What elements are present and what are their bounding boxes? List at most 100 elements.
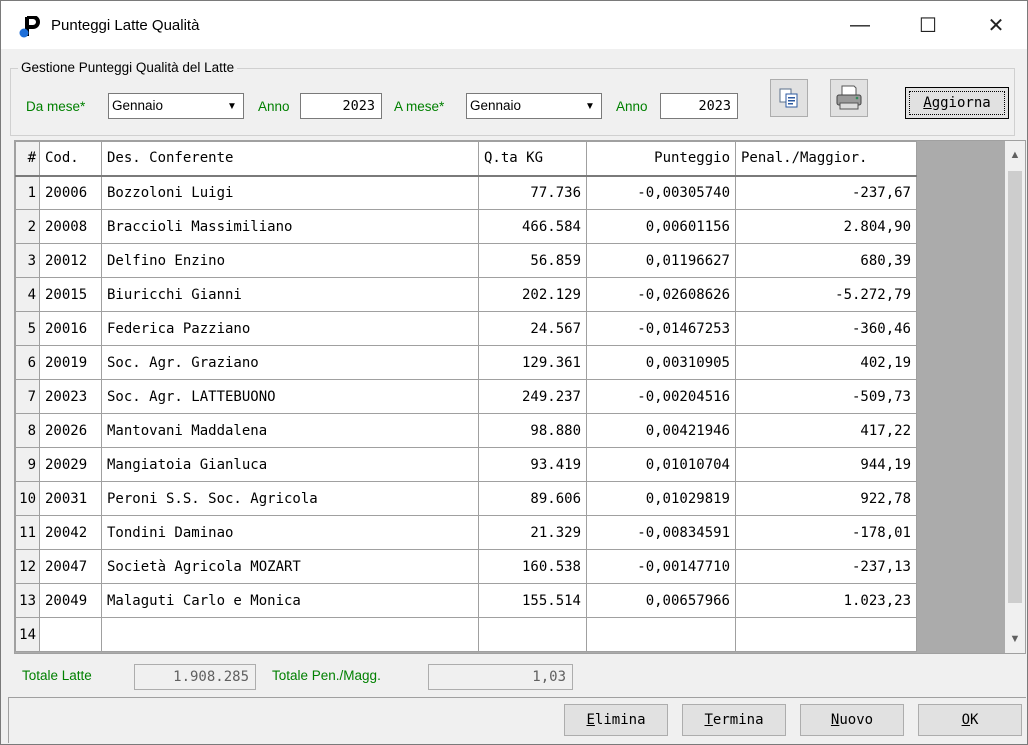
col-header-score[interactable]: Punteggio (586, 141, 736, 177)
cell-quantity-kg[interactable]: 93.419 (478, 447, 587, 482)
cell-supplier-code[interactable]: 20006 (39, 175, 102, 210)
cell-score[interactable]: -0,01467253 (586, 311, 736, 346)
ok-button[interactable]: OK (918, 704, 1022, 736)
cell-quantity-kg[interactable]: 160.538 (478, 549, 587, 584)
cell-supplier-name[interactable]: Malaguti Carlo e Monica (101, 583, 479, 618)
scroll-down-icon[interactable]: ▼ (1005, 629, 1025, 649)
cell-quantity-kg[interactable]: 89.606 (478, 481, 587, 516)
cell-score[interactable] (586, 617, 736, 652)
cell-score[interactable]: -0,00204516 (586, 379, 736, 414)
cell-supplier-code[interactable]: 20029 (39, 447, 102, 482)
table-row[interactable]: 8 20026 Mantovani Maddalena 98.880 0,0042194… (15, 413, 917, 448)
cell-quantity-kg[interactable]: 77.736 (478, 175, 587, 210)
chevron-down-icon[interactable]: ▼ (222, 95, 242, 117)
table-row[interactable]: 1 20006 Bozzoloni Luigi 77.736 -0,00305740 -2… (15, 175, 917, 210)
from-month-select[interactable]: Gennaio ▼ (108, 93, 244, 119)
cell-penalty-bonus[interactable] (735, 617, 917, 652)
new-button[interactable]: Nuovo (800, 704, 904, 736)
cell-supplier-name[interactable]: Mangiatoia Gianluca (101, 447, 479, 482)
cell-penalty-bonus[interactable]: -237,67 (735, 175, 917, 210)
cell-quantity-kg[interactable]: 249.237 (478, 379, 587, 414)
col-header-code[interactable]: Cod. (39, 141, 102, 177)
cell-score[interactable]: 0,01010704 (586, 447, 736, 482)
cell-score[interactable]: -0,00305740 (586, 175, 736, 210)
cell-supplier-name[interactable]: Mantovani Maddalena (101, 413, 479, 448)
scroll-up-icon[interactable]: ▲ (1005, 145, 1025, 165)
delete-button[interactable]: Elimina (564, 704, 668, 736)
cell-score[interactable]: 0,00421946 (586, 413, 736, 448)
cell-quantity-kg[interactable]: 24.567 (478, 311, 587, 346)
close-button[interactable]: ✕ (967, 1, 1025, 49)
table-row[interactable]: 4 20015 Biuricchi Gianni 202.129 -0,02608626… (15, 277, 917, 312)
cell-supplier-code[interactable]: 20015 (39, 277, 102, 312)
cell-supplier-name[interactable]: Federica Pazziano (101, 311, 479, 346)
cell-supplier-code[interactable]: 20047 (39, 549, 102, 584)
cell-supplier-name[interactable]: Braccioli Massimiliano (101, 209, 479, 244)
cell-score[interactable]: 0,00601156 (586, 209, 736, 244)
cell-quantity-kg[interactable]: 202.129 (478, 277, 587, 312)
cell-quantity-kg[interactable]: 98.880 (478, 413, 587, 448)
cell-penalty-bonus[interactable]: -360,46 (735, 311, 917, 346)
cell-penalty-bonus[interactable]: 402,19 (735, 345, 917, 380)
cell-quantity-kg[interactable]: 129.361 (478, 345, 587, 380)
cell-supplier-name[interactable]: Soc. Agr. Graziano (101, 345, 479, 380)
refresh-button[interactable]: Aggiorna (905, 87, 1009, 119)
cell-penalty-bonus[interactable]: -5.272,79 (735, 277, 917, 312)
cell-supplier-name[interactable]: Biuricchi Gianni (101, 277, 479, 312)
cell-supplier-name[interactable]: Soc. Agr. LATTEBUONO (101, 379, 479, 414)
table-row[interactable]: 3 20012 Delfino Enzino 56.859 0,01196627 680,… (15, 243, 917, 278)
cell-penalty-bonus[interactable]: 417,22 (735, 413, 917, 448)
table-row[interactable]: 10 20031 Peroni S.S. Soc. Agricola 89.606 0,… (15, 481, 917, 516)
scroll-thumb[interactable] (1008, 171, 1022, 603)
cell-quantity-kg[interactable]: 466.584 (478, 209, 587, 244)
cell-supplier-name[interactable]: Bozzoloni Luigi (101, 175, 479, 210)
col-header-supplier[interactable]: Des. Conferente (101, 141, 479, 177)
cell-supplier-name[interactable]: Delfino Enzino (101, 243, 479, 278)
cell-supplier-name[interactable] (101, 617, 479, 652)
cell-penalty-bonus[interactable]: 1.023,23 (735, 583, 917, 618)
cell-supplier-code[interactable] (39, 617, 102, 652)
cell-score[interactable]: 0,01029819 (586, 481, 736, 516)
vertical-scrollbar[interactable]: ▲ ▼ (1005, 141, 1025, 653)
table-row[interactable]: 9 20029 Mangiatoia Gianluca 93.419 0,0101070… (15, 447, 917, 482)
scores-grid[interactable]: # Cod. Des. Conferente Q.ta KG Punteggio… (14, 140, 1026, 654)
col-header-quantity[interactable]: Q.ta KG (478, 141, 587, 177)
cell-supplier-code[interactable]: 20023 (39, 379, 102, 414)
cell-score[interactable]: -0,02608626 (586, 277, 736, 312)
minimize-button[interactable]: — (831, 1, 889, 49)
cell-quantity-kg[interactable] (478, 617, 587, 652)
table-row[interactable]: 7 20023 Soc. Agr. LATTEBUONO 249.237 -0,0020… (15, 379, 917, 414)
chevron-down-icon[interactable]: ▼ (580, 95, 600, 117)
cell-penalty-bonus[interactable]: -237,13 (735, 549, 917, 584)
cell-supplier-code[interactable]: 20026 (39, 413, 102, 448)
cell-penalty-bonus[interactable]: 2.804,90 (735, 209, 917, 244)
cell-score[interactable]: 0,01196627 (586, 243, 736, 278)
to-year-field[interactable]: 2023 (660, 93, 738, 119)
cell-penalty-bonus[interactable]: 680,39 (735, 243, 917, 278)
table-row[interactable]: 14 (15, 617, 917, 652)
col-header-penalty[interactable]: Penal./Maggior. (735, 141, 917, 177)
table-row[interactable]: 5 20016 Federica Pazziano 24.567 -0,01467253… (15, 311, 917, 346)
cell-supplier-code[interactable]: 20049 (39, 583, 102, 618)
cell-penalty-bonus[interactable]: 922,78 (735, 481, 917, 516)
cell-quantity-kg[interactable]: 21.329 (478, 515, 587, 550)
cell-supplier-code[interactable]: 20008 (39, 209, 102, 244)
cell-score[interactable]: 0,00657966 (586, 583, 736, 618)
title-bar[interactable]: Punteggi Latte Qualità — ☐ ✕ (1, 1, 1027, 49)
cell-quantity-kg[interactable]: 56.859 (478, 243, 587, 278)
cell-penalty-bonus[interactable]: 944,19 (735, 447, 917, 482)
table-row[interactable]: 11 20042 Tondini Daminao 21.329 -0,00834591-… (15, 515, 917, 550)
print-button[interactable] (830, 79, 868, 117)
cell-supplier-name[interactable]: Società Agricola MOZART (101, 549, 479, 584)
to-month-select[interactable]: Gennaio ▼ (466, 93, 602, 119)
close-form-button[interactable]: Termina (682, 704, 786, 736)
cell-supplier-code[interactable]: 20019 (39, 345, 102, 380)
cell-supplier-name[interactable]: Peroni S.S. Soc. Agricola (101, 481, 479, 516)
cell-supplier-name[interactable]: Tondini Daminao (101, 515, 479, 550)
cell-penalty-bonus[interactable]: -178,01 (735, 515, 917, 550)
table-row[interactable]: 6 20019 Soc. Agr. Graziano 129.361 0,0031090… (15, 345, 917, 380)
cell-penalty-bonus[interactable]: -509,73 (735, 379, 917, 414)
cell-supplier-code[interactable]: 20012 (39, 243, 102, 278)
maximize-button[interactable]: ☐ (899, 1, 957, 49)
cell-score[interactable]: -0,00147710 (586, 549, 736, 584)
